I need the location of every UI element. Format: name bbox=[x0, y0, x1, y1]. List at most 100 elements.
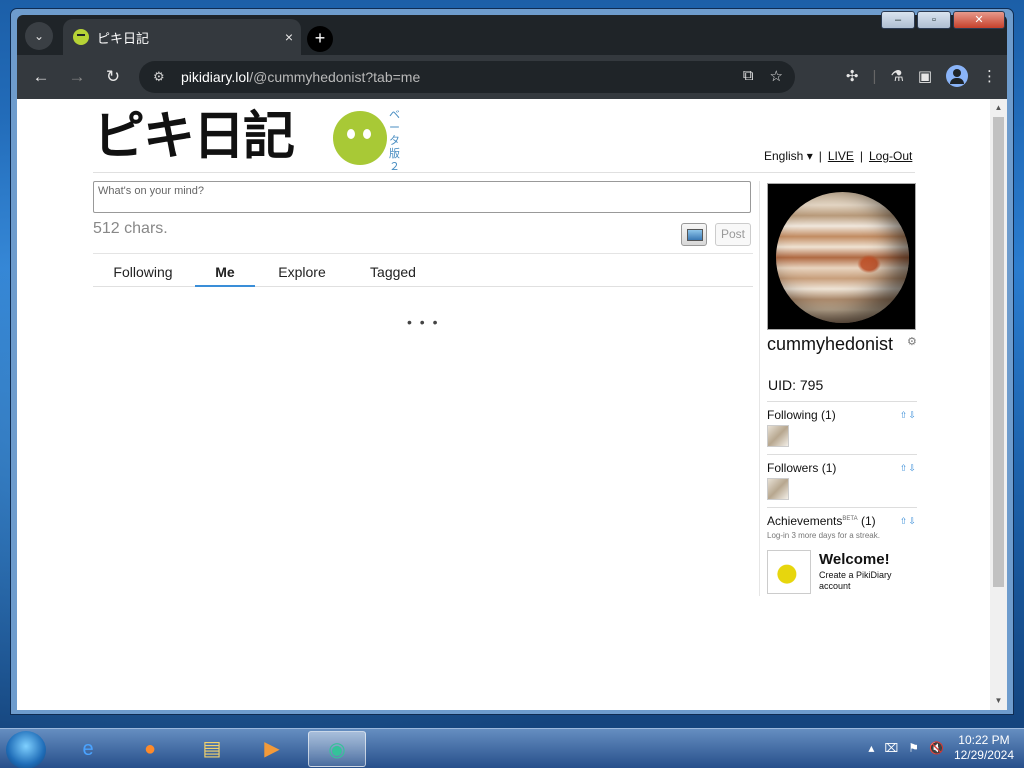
follower-user-avatar[interactable] bbox=[767, 478, 789, 500]
forward-icon[interactable]: → bbox=[65, 65, 89, 89]
profile-uid: UID: 795 bbox=[768, 377, 824, 393]
media-player-icon[interactable]: ▶ bbox=[248, 731, 296, 767]
page-viewport: ピキ日記 ベータ版２ English ▾ | LIVE | Log-Out Wh… bbox=[17, 99, 1007, 710]
achievement-title: Welcome! bbox=[819, 551, 890, 568]
following-user-avatar[interactable] bbox=[767, 425, 789, 447]
file-explorer-icon[interactable]: ▤ bbox=[188, 731, 236, 767]
settings-gear-icon[interactable]: ⚙ bbox=[907, 335, 917, 348]
post-button[interactable]: Post bbox=[715, 223, 751, 246]
following-label: Following bbox=[767, 408, 818, 422]
feed-tabs: Following Me Explore Tagged bbox=[93, 257, 753, 287]
post-textarea[interactable]: What's on your mind? bbox=[93, 181, 751, 213]
url-host: pikidiary.lol bbox=[181, 69, 250, 85]
toolbar-divider: | bbox=[872, 67, 877, 85]
omnibox-actions: ⧉ ☆ bbox=[743, 67, 783, 85]
profile-avatar[interactable] bbox=[767, 183, 916, 330]
tab-strip: ⌄ ピキ日記 × + bbox=[17, 15, 1007, 55]
bookmark-star-icon[interactable]: ☆ bbox=[770, 67, 783, 85]
header-links: English ▾ | LIVE | Log-Out bbox=[764, 149, 912, 163]
profile-avatar-icon[interactable] bbox=[946, 65, 968, 87]
achievements-heading[interactable]: AchievementsBETA (1) bbox=[767, 514, 917, 528]
avatar-image bbox=[776, 192, 909, 323]
extensions-icon[interactable]: ✣ bbox=[846, 67, 859, 85]
header-divider bbox=[93, 172, 915, 173]
start-button[interactable] bbox=[6, 731, 46, 768]
maximize-button[interactable]: ▫ bbox=[917, 11, 951, 29]
install-app-icon[interactable]: ⧉ bbox=[743, 67, 754, 85]
volume-muted-icon[interactable]: 🔇 bbox=[929, 741, 944, 755]
system-clock[interactable]: 10:22 PM 12/29/2024 bbox=[954, 733, 1014, 763]
followers-section: Followers (1) ⇧⇩ bbox=[767, 454, 917, 504]
followers-label: Followers bbox=[767, 461, 819, 475]
loading-indicator: • • • bbox=[407, 314, 440, 330]
ghost-mascot-icon bbox=[333, 111, 387, 165]
image-upload-button[interactable] bbox=[681, 223, 707, 246]
windows-taskbar: e ● ▤ ▶ ◉ ▴ ⌧ ⚑ 🔇 10:22 PM 12/29/2024 bbox=[0, 728, 1024, 768]
achievements-count: (1) bbox=[860, 514, 876, 528]
sort-arrows-icon[interactable]: ⇧⇩ bbox=[900, 463, 917, 474]
favicon-icon bbox=[73, 29, 89, 45]
beta-badge: BETA bbox=[842, 516, 858, 522]
back-icon[interactable]: ← bbox=[29, 65, 53, 89]
achievement-trophy-icon bbox=[767, 550, 811, 594]
compose-divider bbox=[93, 253, 753, 254]
sort-arrows-icon[interactable]: ⇧⇩ bbox=[900, 410, 917, 421]
following-heading[interactable]: Following (1) bbox=[767, 408, 917, 422]
followers-count: (1) bbox=[821, 461, 837, 475]
browser-toolbar: ← → ↻ ⚙ pikidiary.lol/@cummyhedonist?tab… bbox=[17, 55, 1007, 99]
labs-flask-icon[interactable]: ⚗ bbox=[890, 67, 903, 85]
scroll-up-icon[interactable]: ▲ bbox=[990, 101, 1007, 115]
achievement-card[interactable]: Welcome! Create a PikiDiary account bbox=[767, 550, 917, 594]
browser-menu-icon[interactable]: ⋮ bbox=[982, 67, 997, 85]
browser-window: ⌄ ピキ日記 × + ‒ ▫ ✕ ← → ↻ ⚙ pikidiary.lol/@… bbox=[10, 8, 1014, 715]
sort-arrows-icon[interactable]: ⇧⇩ bbox=[900, 516, 917, 527]
link-separator: | bbox=[859, 149, 863, 163]
tab-title: ピキ日記 bbox=[97, 30, 150, 46]
tab-tagged[interactable]: Tagged bbox=[355, 257, 431, 286]
language-select[interactable]: English ▾ bbox=[764, 149, 813, 163]
window-controls: ‒ ▫ ✕ bbox=[881, 11, 1005, 29]
streak-text: Log-in 3 more days for a streak. bbox=[767, 531, 880, 540]
side-panel-icon[interactable]: ▣ bbox=[918, 67, 932, 85]
tab-search-button[interactable]: ⌄ bbox=[25, 22, 53, 50]
clock-time: 10:22 PM bbox=[958, 733, 1010, 747]
mascot-eye-icon bbox=[347, 129, 355, 139]
profile-username: cummyhedonist bbox=[767, 334, 894, 354]
internet-explorer-icon[interactable]: e bbox=[64, 731, 112, 767]
tab-explore[interactable]: Explore bbox=[267, 257, 337, 286]
char-counter: 512 chars. bbox=[93, 220, 168, 237]
achievement-description: Create a PikiDiary account bbox=[819, 570, 892, 591]
address-bar[interactable]: ⚙ pikidiary.lol/@cummyhedonist?tab=me ⧉ … bbox=[139, 61, 795, 93]
close-tab-icon[interactable]: × bbox=[277, 29, 301, 45]
url-path: /@cummyhedonist?tab=me bbox=[249, 69, 421, 85]
scroll-thumb[interactable] bbox=[993, 117, 1004, 587]
beta-label: ベータ版２ bbox=[389, 109, 400, 173]
following-section: Following (1) ⇧⇩ bbox=[767, 401, 917, 451]
scroll-down-icon[interactable]: ▼ bbox=[990, 694, 1007, 708]
show-hidden-icons-icon[interactable]: ▴ bbox=[868, 741, 874, 755]
action-center-flag-icon[interactable]: ⚑ bbox=[908, 741, 919, 755]
site-logo[interactable]: ピキ日記 ベータ版２ bbox=[93, 107, 405, 173]
firefox-icon[interactable]: ● bbox=[126, 731, 174, 767]
new-tab-button[interactable]: + bbox=[307, 26, 333, 52]
page-scrollbar[interactable]: ▲ ▼ bbox=[990, 99, 1007, 710]
tab-me[interactable]: Me bbox=[195, 257, 255, 287]
site-info-icon[interactable]: ⚙ bbox=[153, 69, 171, 85]
minimize-button[interactable]: ‒ bbox=[881, 11, 915, 29]
following-count: (1) bbox=[821, 408, 836, 422]
followers-heading[interactable]: Followers (1) bbox=[767, 461, 917, 475]
chrome-taskbar-icon[interactable]: ◉ bbox=[308, 731, 366, 767]
reload-icon[interactable]: ↻ bbox=[101, 65, 125, 89]
logout-link[interactable]: Log-Out bbox=[869, 149, 912, 163]
mascot-eye-icon bbox=[363, 129, 371, 139]
achievements-section: AchievementsBETA (1) ⇧⇩ Log-in 3 more da… bbox=[767, 507, 917, 547]
close-window-button[interactable]: ✕ bbox=[953, 11, 1005, 29]
achievements-label: Achievements bbox=[767, 514, 843, 528]
clock-date: 12/29/2024 bbox=[953, 748, 1014, 762]
browser-tab[interactable]: ピキ日記 × bbox=[63, 19, 301, 55]
tab-following[interactable]: Following bbox=[101, 257, 185, 286]
live-link[interactable]: LIVE bbox=[828, 149, 854, 163]
sidebar-divider bbox=[759, 181, 760, 596]
link-separator: | bbox=[818, 149, 822, 163]
network-icon[interactable]: ⌧ bbox=[884, 741, 898, 755]
